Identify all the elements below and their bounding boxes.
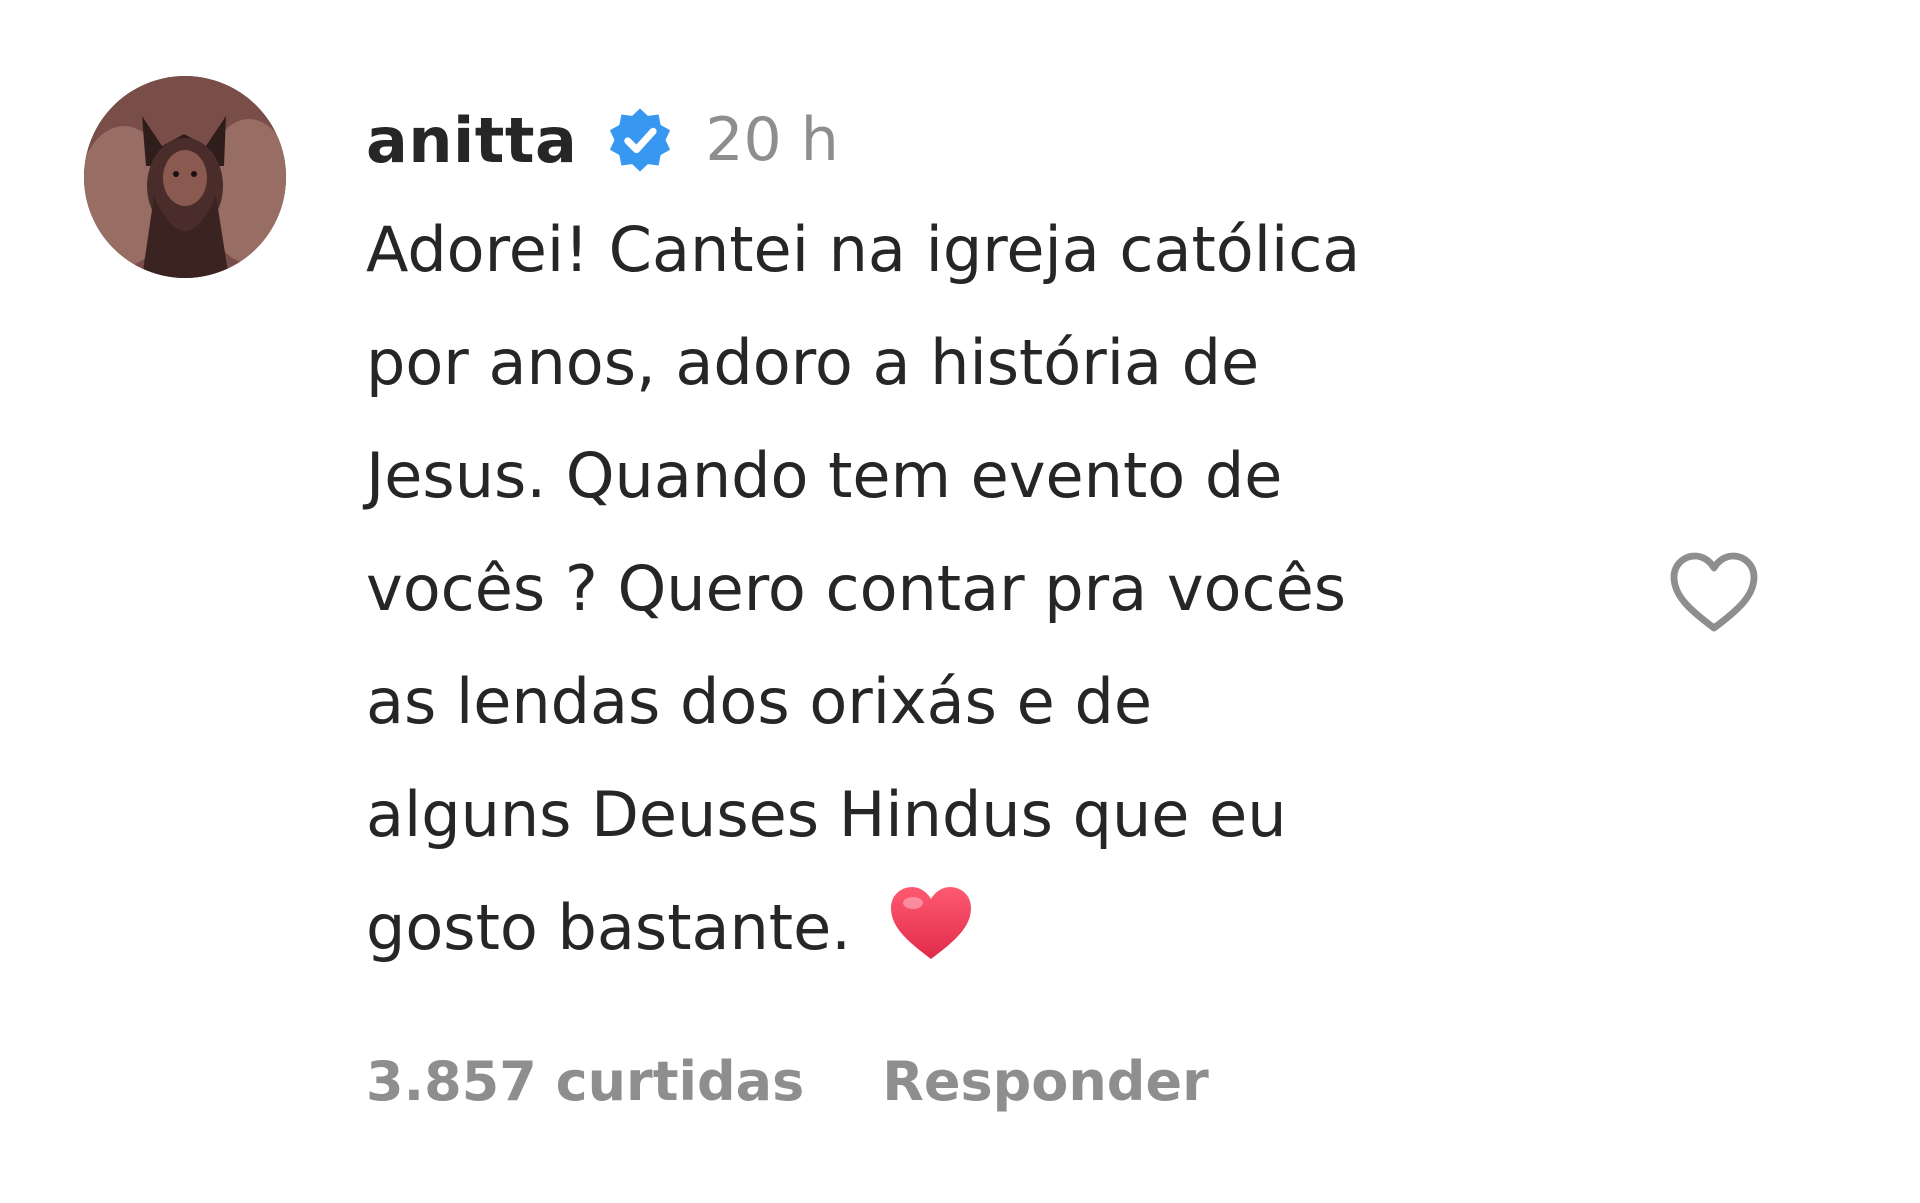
- comment-line: as lendas dos orixás e de: [366, 665, 1153, 738]
- heart-outline-icon: [1670, 552, 1758, 632]
- red-heart-emoji-icon: [887, 883, 975, 963]
- comment-line: gosto bastante.: [366, 891, 851, 964]
- comment-line: vocês ? Quero contar pra vocês: [366, 552, 1347, 625]
- avatar-image: [84, 76, 286, 278]
- comment-line: Adorei! Cantei na igreja católica: [366, 213, 1361, 286]
- comment-header: anitta 20 h: [366, 98, 839, 182]
- comment-line: por anos, adoro a história de: [366, 326, 1260, 399]
- comment-footer: 3.857 curtidas Responder: [366, 1050, 1209, 1113]
- comment-line: Jesus. Quando tem evento de: [366, 439, 1283, 512]
- comment-line: alguns Deuses Hindus que eu: [366, 778, 1287, 851]
- like-button[interactable]: [1666, 548, 1762, 636]
- comment-text: Adorei! Cantei na igreja católica por an…: [366, 193, 1646, 984]
- verified-badge-icon: [605, 105, 675, 175]
- comment-last-line: gosto bastante.: [366, 871, 1646, 984]
- avatar[interactable]: [84, 76, 286, 278]
- likes-count[interactable]: 3.857 curtidas: [366, 1050, 804, 1113]
- comment-timestamp: 20 h: [705, 105, 839, 175]
- comment-item: anitta 20 h Adorei! Cantei na igreja cat…: [0, 0, 1920, 1203]
- username-link[interactable]: anitta: [366, 104, 577, 177]
- reply-button[interactable]: Responder: [882, 1050, 1208, 1113]
